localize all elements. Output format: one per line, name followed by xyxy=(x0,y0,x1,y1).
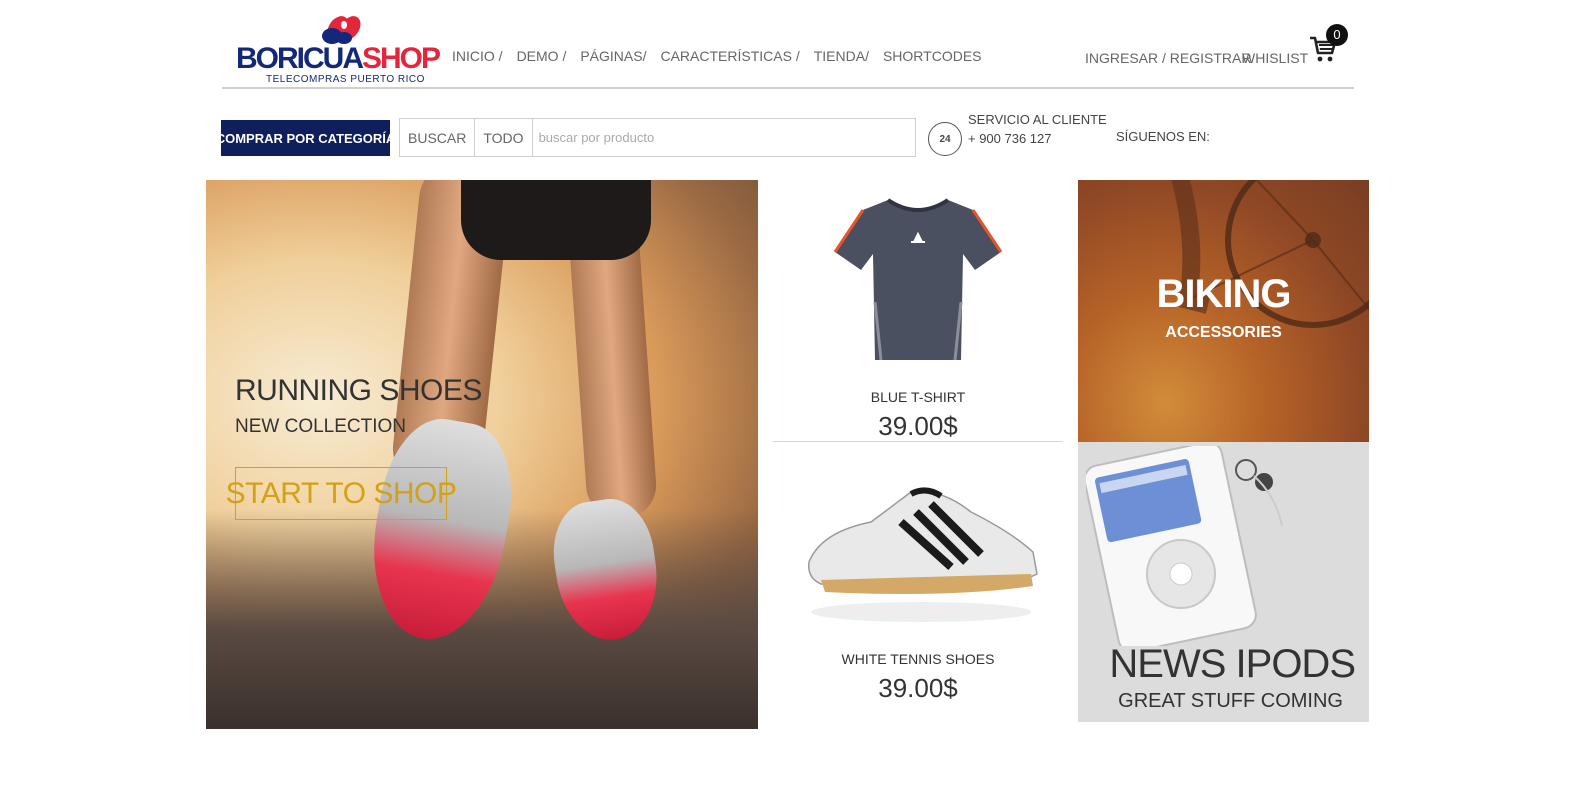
nav-item-inicio[interactable]: INICIO / xyxy=(452,48,503,64)
search-input[interactable] xyxy=(532,119,915,156)
main-nav: INICIO / DEMO / PÁGINAS/ CARACTERÍSTICAS… xyxy=(452,48,982,64)
search-scope-select[interactable]: TODO xyxy=(475,119,533,156)
site-header: BORICUASHOP TELECOMPRAS PUERTO RICO INIC… xyxy=(222,0,1354,89)
customer-service-label: SERVICIO AL CLIENTE xyxy=(968,112,1107,127)
cart-button[interactable]: 0 xyxy=(1308,24,1348,66)
product-card-white-tennis-shoes[interactable]: WHITE TENNIS SHOES 39.00$ xyxy=(773,442,1063,729)
search-label[interactable]: BUSCAR xyxy=(400,119,476,156)
customer-service-info: SERVICIO AL CLIENTE + 900 736 127 xyxy=(968,110,1107,148)
shop-by-category-button[interactable]: COMPRAR POR CATEGORÍA xyxy=(216,120,395,156)
ipod-graphic xyxy=(1086,446,1283,646)
ipods-banner-title: NEWS IPODS xyxy=(1109,642,1356,686)
nav-item-demo[interactable]: DEMO / xyxy=(517,48,567,64)
cart-count-badge: 0 xyxy=(1326,24,1348,46)
wishlist-link[interactable]: WHISLIST xyxy=(1242,50,1308,66)
logo-wordmark: BORICUASHOP xyxy=(236,42,441,75)
site-logo[interactable]: BORICUASHOP TELECOMPRAS PUERTO RICO xyxy=(236,14,441,86)
biking-banner-title: BIKING xyxy=(1156,272,1292,316)
tennis-shoe-product-image xyxy=(808,487,1038,622)
logo-part2: SHOP xyxy=(362,42,441,75)
logo-tagline: TELECOMPRAS PUERTO RICO xyxy=(266,74,425,85)
tshirt-product-image xyxy=(833,198,1003,361)
biking-accessories-banner[interactable]: BIKING ACCESSORIES xyxy=(1078,180,1369,442)
hero-title: RUNNING SHOES xyxy=(235,374,482,407)
product-name[interactable]: WHITE TENNIS SHOES xyxy=(773,651,1063,667)
nav-item-shortcodes[interactable]: SHORTCODES xyxy=(883,48,982,64)
news-ipods-banner[interactable]: NEWS IPODS GREAT STUFF COMING xyxy=(1078,442,1369,722)
biking-banner-subtitle: ACCESSORIES xyxy=(1165,324,1282,341)
login-register-link[interactable]: INGRESAR / REGISTRAR xyxy=(1085,50,1251,66)
phone-24h-icon: 24 xyxy=(928,122,962,156)
nav-item-paginas[interactable]: PÁGINAS/ xyxy=(580,48,646,64)
nav-item-caracteristicas[interactable]: CARACTERÍSTICAS / xyxy=(660,48,799,64)
hero-banner-running-shoes[interactable]: RUNNING SHOES NEW COLLECTION START TO SH… xyxy=(206,180,758,729)
follow-us-label: SÍGUENOS EN: xyxy=(1116,129,1210,144)
start-to-shop-button[interactable]: START TO SHOP xyxy=(226,467,457,520)
customer-service-phone: + 900 736 127 xyxy=(968,131,1052,146)
nav-item-tienda[interactable]: TIENDA/ xyxy=(814,48,869,64)
logo-part1: BORICUA xyxy=(236,42,364,75)
product-price: 39.00$ xyxy=(878,411,958,441)
ipods-banner-subtitle: GREAT STUFF COMING xyxy=(1118,690,1343,712)
hero-shorts xyxy=(461,180,651,260)
product-price: 39.00$ xyxy=(878,673,958,703)
product-card-blue-tshirt[interactable]: BLUE T-SHIRT 39.00$ xyxy=(773,180,1063,442)
product-name[interactable]: BLUE T-SHIRT xyxy=(773,389,1063,405)
hero-subtitle: NEW COLLECTION xyxy=(235,416,407,437)
search-bar: BUSCAR TODO xyxy=(399,118,916,157)
